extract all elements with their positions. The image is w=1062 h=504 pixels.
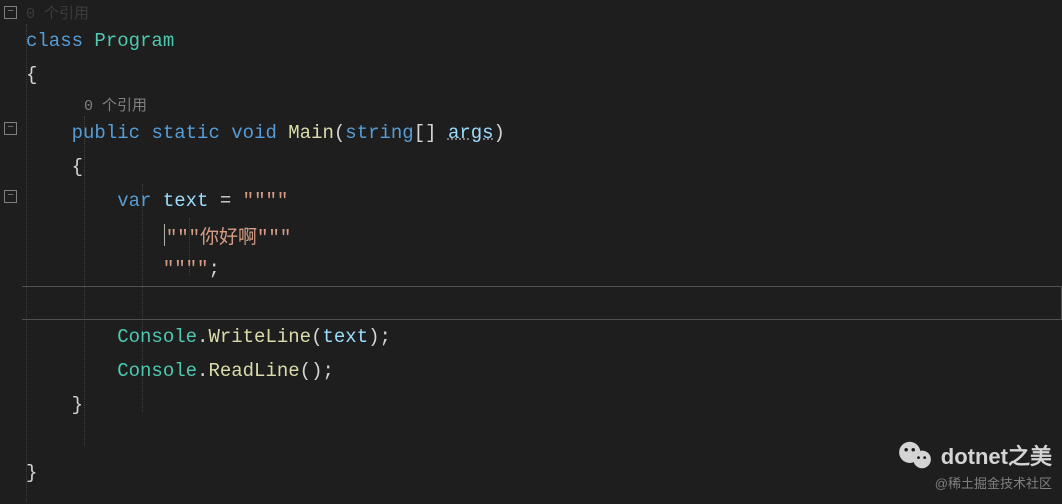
fold-icon[interactable]: − [4,122,17,135]
code-line[interactable]: { [26,150,1062,184]
code-line[interactable]: class Program [26,24,1062,58]
code-line[interactable]: Console.ReadLine(); [26,354,1062,388]
code-line[interactable] [26,286,1062,320]
fold-gutter: − − − [0,0,22,504]
watermark-title: dotnet之美 [941,439,1052,471]
code-line[interactable]: public static void Main(string[] args) [26,116,1062,150]
watermark-subtitle: @稀土掘金技术社区 [935,473,1052,492]
text-cursor [164,224,165,246]
code-editor[interactable]: − − − 0 个引用 class Program { 0 个引用 [0,0,1062,504]
code-area[interactable]: 0 个引用 class Program { 0 个引用 public stati… [22,0,1062,504]
watermark: dotnet之美 @稀土掘金技术社区 [897,439,1052,492]
codelens-reference[interactable]: 0 个引用 [26,92,1062,116]
wechat-icon [897,440,933,470]
code-line[interactable]: } [26,388,1062,422]
fold-icon[interactable]: − [4,6,17,19]
code-line[interactable]: """你好啊""" [26,218,1062,252]
code-line[interactable]: """"; [26,252,1062,286]
fold-icon[interactable]: − [4,190,17,203]
code-line[interactable]: { [26,58,1062,92]
code-line[interactable]: var text = """" [26,184,1062,218]
code-line[interactable]: Console.WriteLine(text); [26,320,1062,354]
codelens-reference[interactable]: 0 个引用 [26,0,1062,24]
